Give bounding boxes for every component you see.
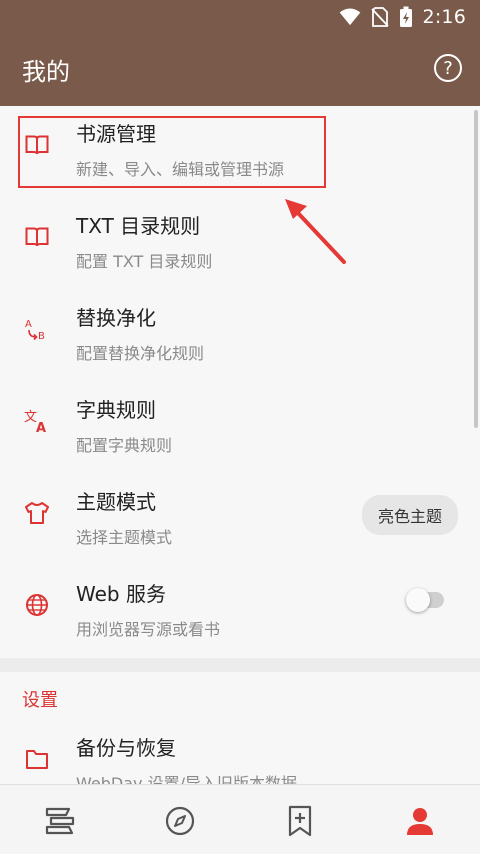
content-scroll[interactable]: 书源管理 新建、导入、编辑或管理书源 TXT 目录规则 配置 TXT 目录规则 … [0,106,480,784]
scrollbar[interactable] [474,110,478,428]
wifi-icon [339,8,360,26]
item-subtitle: 选择主题模式 [76,528,173,547]
item-subtitle: WebDav 设置/导入旧版本数据 [76,774,297,784]
svg-text:A: A [36,421,46,434]
theme-mode-chip[interactable]: 亮色主题 [361,495,458,535]
compass-icon [165,806,195,836]
item-subtitle: 用浏览器写源或看书 [76,620,221,639]
battery-charging-icon [399,6,412,27]
svg-text:B: B [38,331,45,342]
settings-card: 设置 备份与恢复 WebDav 设置/导入旧版本数据 [0,672,480,784]
nav-my[interactable] [400,801,440,841]
app-bar: 我的 ? [0,34,480,106]
list-item-replace-rules[interactable]: AB 替换净化 配置替换净化规则 [0,290,480,382]
status-icons: 2:16 [339,6,466,28]
shirt-icon [24,500,50,526]
item-subtitle: 配置替换净化规则 [76,344,205,363]
bookshelf-icon [45,807,75,835]
item-subtitle: 配置 TXT 目录规则 [76,252,213,271]
help-button[interactable]: ? [434,54,462,82]
section-divider [0,658,480,672]
item-title: 字典规则 [76,398,156,422]
highlight-box [18,116,326,188]
svg-text:A: A [25,319,32,330]
no-sim-icon [370,7,389,27]
item-title: 替换净化 [76,306,156,330]
item-subtitle: 配置字典规则 [76,436,173,455]
list-item-dict-rules[interactable]: 文A 字典规则 配置字典规则 [0,382,480,474]
list-item-theme-mode[interactable]: 主题模式 选择主题模式 亮色主题 [0,474,480,566]
list-item-web-service[interactable]: Web 服务 用浏览器写源或看书 [0,566,480,658]
item-title: 主题模式 [76,490,156,514]
item-title: TXT 目录规则 [76,214,201,238]
nav-rss[interactable] [280,801,320,841]
page-title: 我的 [22,58,70,86]
list-item-backup-restore[interactable]: 备份与恢复 WebDav 设置/导入旧版本数据 [0,720,480,784]
item-title: Web 服务 [76,582,166,606]
status-bar: 2:16 [0,0,480,34]
web-service-toggle[interactable] [406,588,444,612]
translate-icon: 文A [24,408,50,434]
item-title: 备份与恢复 [76,736,176,760]
bottom-nav [0,784,480,854]
nav-discover[interactable] [160,801,200,841]
folder-icon [24,746,50,772]
list-item-txt-toc-rules[interactable]: TXT 目录规则 配置 TXT 目录规则 [0,198,480,290]
main-card: 书源管理 新建、导入、编辑或管理书源 TXT 目录规则 配置 TXT 目录规则 … [0,106,480,658]
status-time: 2:16 [422,6,466,28]
settings-header: 设置 [22,690,58,711]
person-icon [407,808,433,835]
globe-icon [24,592,50,618]
toggle-knob [406,588,430,612]
nav-bookshelf[interactable] [40,801,80,841]
replace-ab-icon: AB [24,316,50,342]
bookmark-add-icon [288,805,312,837]
book-icon [24,224,50,250]
help-icon: ? [443,57,453,79]
